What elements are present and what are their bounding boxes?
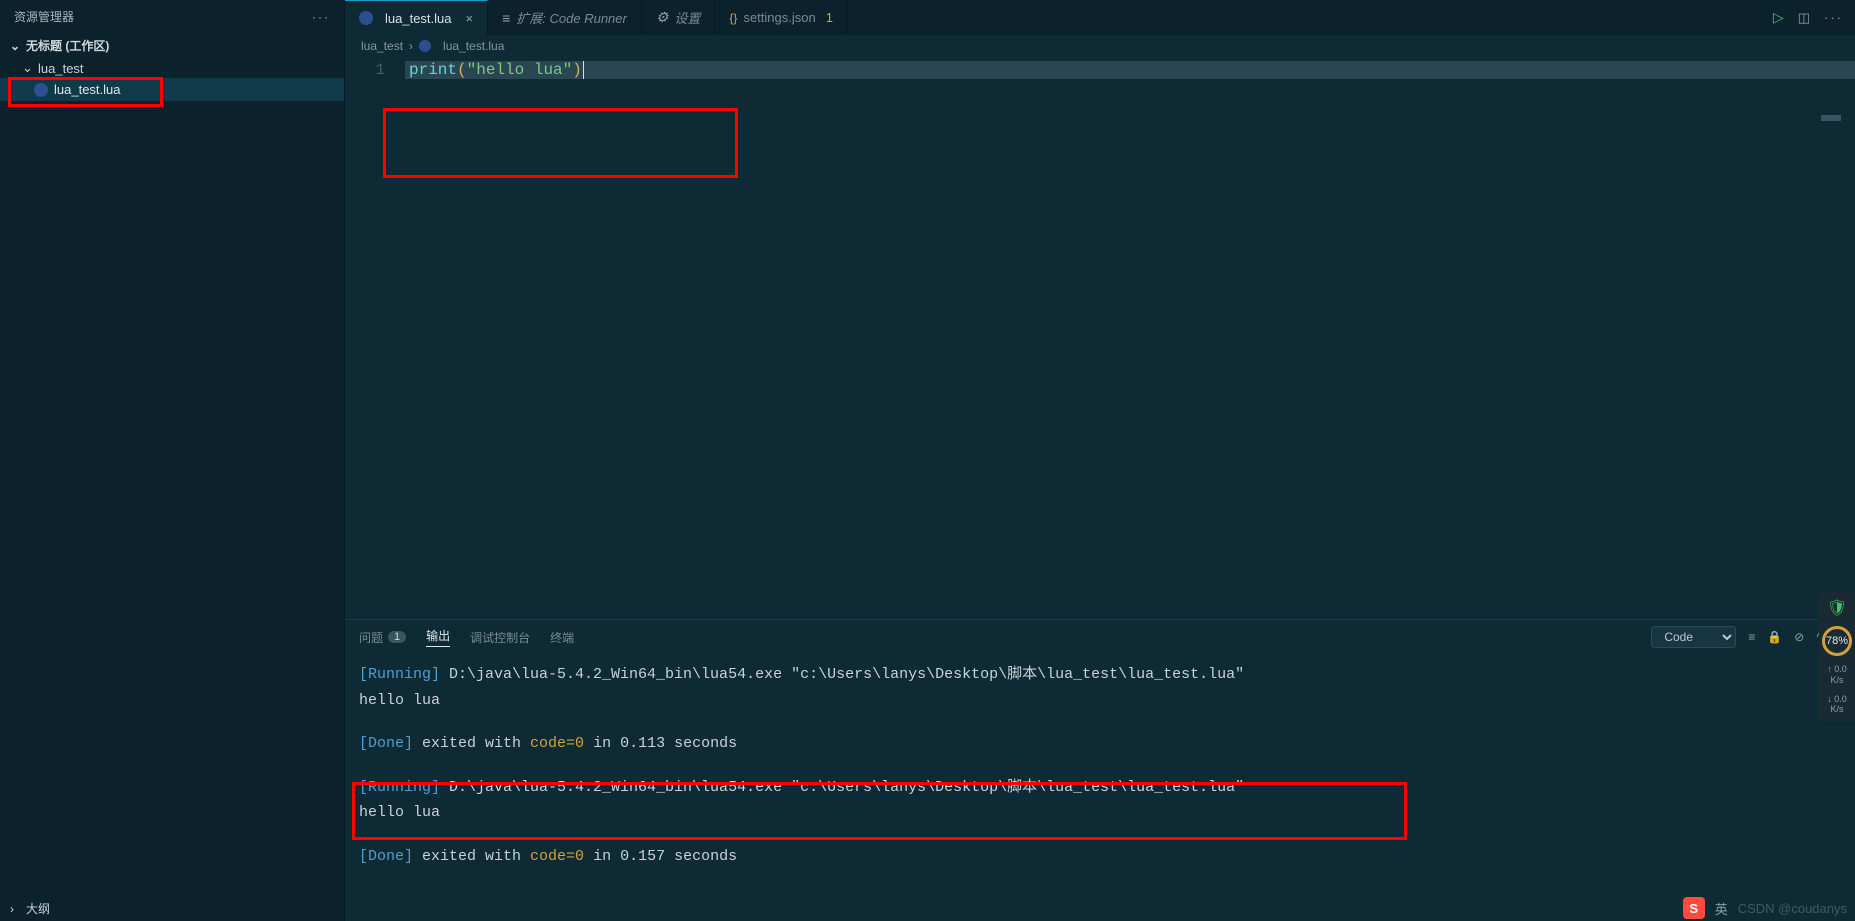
gear-icon: ⚙ <box>656 9 669 26</box>
problems-count-badge: 1 <box>388 631 406 643</box>
out-text: exited with <box>413 735 530 752</box>
panel-tab-debug-console[interactable]: 调试控制台 <box>470 629 530 646</box>
out-time: in 0.113 seconds <box>584 735 737 752</box>
upload-stat: ↑ 0.0K/s <box>1827 664 1847 686</box>
tab-lua-test[interactable]: lua_test.lua × <box>345 0 488 35</box>
more-icon[interactable]: ··· <box>312 10 330 24</box>
bottom-panel: 问题 1 输出 调试控制台 终端 Code ≡ 🔒 <box>345 619 1855 921</box>
out-text: exited with <box>413 848 530 865</box>
out-cmd: D:\java\lua-5.4.2_Win64_bin\lua54.exe "c… <box>440 666 1244 683</box>
lua-file-icon <box>419 40 431 52</box>
folder-row[interactable]: ⌄ lua_test <box>0 58 344 78</box>
out-code: code=0 <box>530 848 584 865</box>
run-icon[interactable]: ▷ <box>1773 9 1784 26</box>
extension-icon: ≡ <box>502 10 510 26</box>
out-stdout: hello lua <box>359 800 1841 826</box>
ptab-label: 输出 <box>426 627 450 644</box>
tok-print: print <box>409 61 457 79</box>
chevron-down-icon: ⌄ <box>22 60 34 76</box>
tab-settings-json[interactable]: {} settings.json 1 <box>715 0 848 35</box>
outline-section[interactable]: › 大纲 <box>0 896 344 921</box>
out-running: [Running] <box>359 779 440 796</box>
tab-settings[interactable]: ⚙ 设置 <box>642 0 716 35</box>
watermark: CSDN @coudanys <box>1738 901 1847 916</box>
tok-rparen: ) <box>572 61 582 79</box>
file-label: lua_test.lua <box>54 82 121 97</box>
chevron-right-icon: › <box>409 39 413 53</box>
panel-tabs: 问题 1 输出 调试控制台 终端 Code ≡ 🔒 <box>345 620 1855 654</box>
breadcrumb[interactable]: lua_test › lua_test.lua <box>345 35 1855 57</box>
main-area: lua_test.lua × ≡ 扩展: Code Runner ⚙ 设置 {}… <box>345 0 1855 921</box>
lock-icon[interactable]: 🔒 <box>1767 630 1782 644</box>
editor-tabs: lua_test.lua × ≡ 扩展: Code Runner ⚙ 设置 {}… <box>345 0 1855 35</box>
tab-label: settings.json <box>743 10 815 25</box>
editor-line: 1 print("hello lua") <box>345 57 1855 83</box>
ptab-label: 调试控制台 <box>470 629 530 646</box>
line-number: 1 <box>345 61 405 79</box>
sogou-icon[interactable]: S <box>1683 897 1705 919</box>
output-filter-select[interactable]: Code <box>1651 626 1736 648</box>
breadcrumb-folder: lua_test <box>361 39 403 53</box>
more-icon[interactable]: ··· <box>1824 10 1843 25</box>
explorer-sidebar: 资源管理器 ··· ⌄ 无标题 (工作区) ⌄ lua_test lua_tes… <box>0 0 345 921</box>
split-editor-icon[interactable]: ◫ <box>1798 10 1810 26</box>
annotation-box <box>383 108 738 178</box>
workspace-row[interactable]: ⌄ 无标题 (工作区) <box>0 33 344 58</box>
out-done: [Done] <box>359 848 413 865</box>
outline-label: 大纲 <box>26 900 50 917</box>
shield-icon: 🛡 <box>1827 598 1847 618</box>
download-stat: ↓ 0.0K/s <box>1827 694 1847 716</box>
out-stdout: hello lua <box>359 688 1841 714</box>
modified-badge: 1 <box>826 10 833 25</box>
chevron-right-icon: › <box>10 902 22 916</box>
minimap[interactable] <box>1821 115 1841 121</box>
chevron-down-icon: ⌄ <box>10 39 22 53</box>
folder-label: lua_test <box>38 61 84 76</box>
tab-label: 扩展: Code Runner <box>516 8 627 27</box>
output-body[interactable]: [Running] D:\java\lua-5.4.2_Win64_bin\lu… <box>345 654 1855 921</box>
tok-string: "hello lua" <box>467 61 573 79</box>
tok-lparen: ( <box>457 61 467 79</box>
ime-lang[interactable]: 英 <box>1715 899 1728 918</box>
ptab-label: 终端 <box>550 629 574 646</box>
ptab-label: 问题 <box>359 629 383 646</box>
file-row-lua-test[interactable]: lua_test.lua <box>0 78 344 101</box>
tab-label: lua_test.lua <box>385 11 452 26</box>
panel-tab-problems[interactable]: 问题 1 <box>359 629 406 646</box>
panel-tab-terminal[interactable]: 终端 <box>550 629 574 646</box>
workspace-label: 无标题 (工作区) <box>26 37 109 54</box>
tab-label: 设置 <box>674 8 700 27</box>
out-time: in 0.157 seconds <box>584 848 737 865</box>
code-content[interactable]: print("hello lua") <box>405 61 1855 79</box>
panel-actions: Code ≡ 🔒 ⊘ ^ × <box>1651 626 1841 648</box>
text-cursor <box>583 61 584 79</box>
out-cmd: D:\java\lua-5.4.2_Win64_bin\lua54.exe "c… <box>440 779 1244 796</box>
panel-tab-output[interactable]: 输出 <box>426 627 450 647</box>
code-editor[interactable]: 1 print("hello lua") <box>345 57 1855 619</box>
explorer-title: 资源管理器 <box>14 8 74 25</box>
breadcrumb-file: lua_test.lua <box>443 39 504 53</box>
out-code: code=0 <box>530 735 584 752</box>
ime-bar: S 英 CSDN @coudanys <box>1683 897 1847 919</box>
lua-file-icon <box>359 11 373 25</box>
out-done: [Done] <box>359 735 413 752</box>
network-monitor-widget[interactable]: 🛡 78% ↑ 0.0K/s ↓ 0.0K/s <box>1819 592 1855 721</box>
close-icon[interactable]: × <box>466 11 474 26</box>
lua-file-icon <box>34 83 48 97</box>
json-icon: {} <box>729 11 737 25</box>
clear-icon[interactable]: ⊘ <box>1794 630 1804 644</box>
out-running: [Running] <box>359 666 440 683</box>
tab-actions: ▷ ◫ ··· <box>1773 9 1855 26</box>
speed-ring: 78% <box>1822 626 1852 656</box>
tab-extension-coderunner[interactable]: ≡ 扩展: Code Runner <box>488 0 642 35</box>
filter-icon[interactable]: ≡ <box>1748 630 1755 644</box>
